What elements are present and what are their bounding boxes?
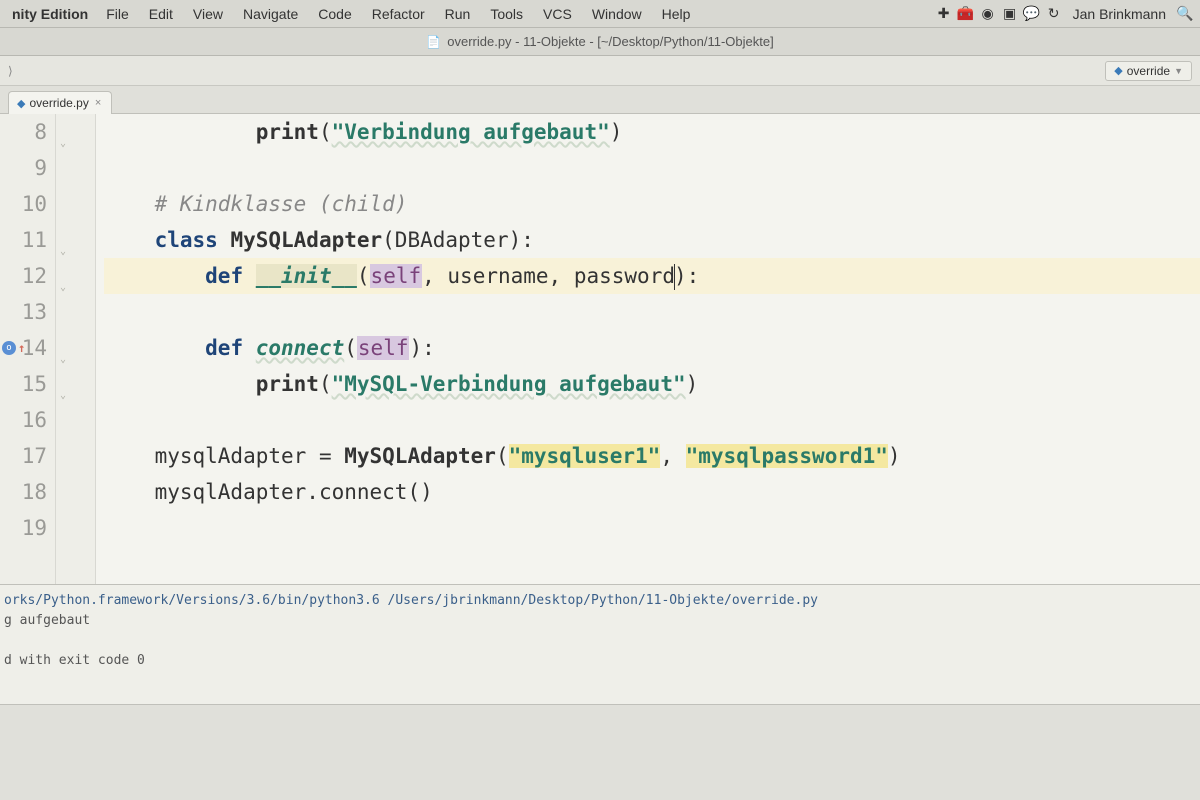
menu-file[interactable]: File [96, 6, 139, 22]
fold-toggle-icon[interactable]: ⌄ [60, 378, 72, 390]
line-number: 13 [0, 294, 47, 330]
code-line[interactable]: def connect(self): [104, 330, 1200, 366]
console-output-line: g aufgebaut [4, 611, 1196, 631]
app-name: nity Edition [4, 6, 96, 22]
line-number: 11 [0, 222, 47, 258]
code-line[interactable]: print("Verbindung aufgebaut") [104, 114, 1200, 150]
line-number: 15 [0, 366, 47, 402]
python-icon: ◆ [1114, 64, 1122, 77]
console-exit-line: d with exit code 0 [4, 651, 1196, 671]
editor-tabbar: ◆ override.py × [0, 86, 1200, 114]
override-marker-icon[interactable]: o [2, 341, 16, 355]
line-number: 9 [0, 150, 47, 186]
code-line[interactable]: mysqlAdapter = MySQLAdapter("mysqluser1"… [104, 438, 1200, 474]
code-area[interactable]: print("Verbindung aufgebaut") # Kindklas… [96, 114, 1200, 584]
statusbar [0, 704, 1200, 800]
line-number: 12 [0, 258, 47, 294]
code-line[interactable]: mysqlAdapter.connect() [104, 474, 1200, 510]
line-number: 18 [0, 474, 47, 510]
code-line[interactable] [104, 150, 1200, 186]
toolbar: ⟩ ◆ override ▼ [0, 56, 1200, 86]
record-icon[interactable]: ▣ [999, 5, 1021, 22]
code-line[interactable] [104, 402, 1200, 438]
menu-edit[interactable]: Edit [139, 6, 183, 22]
menu-tools[interactable]: Tools [480, 6, 533, 22]
python-icon: ◆ [17, 97, 25, 110]
line-number: 16 [0, 402, 47, 438]
run-config-label: override [1127, 64, 1170, 78]
fold-toggle-icon[interactable]: ⌄ [60, 342, 72, 354]
fold-toggle-icon[interactable]: ⌄ [60, 270, 72, 282]
document-icon: 📄 [426, 35, 441, 49]
user-name[interactable]: Jan Brinkmann [1065, 6, 1174, 22]
code-line[interactable] [104, 510, 1200, 546]
code-line[interactable]: # Kindklasse (child) [104, 186, 1200, 222]
code-line[interactable]: class MySQLAdapter(DBAdapter): [104, 222, 1200, 258]
menu-help[interactable]: Help [652, 6, 701, 22]
code-line[interactable]: def __init__(self, username, password): [104, 258, 1200, 294]
line-number: 10 [0, 186, 47, 222]
breadcrumb-separator: ⟩ [8, 64, 13, 78]
up-arrow-icon: ↑ [18, 330, 25, 366]
history-icon[interactable]: ↻ [1043, 5, 1065, 22]
run-console[interactable]: orks/Python.framework/Versions/3.6/bin/p… [0, 584, 1200, 704]
menu-run[interactable]: Run [435, 6, 481, 22]
console-command: orks/Python.framework/Versions/3.6/bin/p… [4, 591, 1196, 611]
fold-toggle-icon[interactable]: ⌄ [60, 126, 72, 138]
close-icon[interactable]: × [93, 97, 103, 109]
line-number: 19 [0, 510, 47, 546]
code-line[interactable] [104, 294, 1200, 330]
menu-code[interactable]: Code [308, 6, 361, 22]
tab-override-py[interactable]: ◆ override.py × [8, 91, 112, 114]
menu-window[interactable]: Window [582, 6, 652, 22]
chevron-down-icon: ▼ [1174, 66, 1183, 76]
run-configuration-selector[interactable]: ◆ override ▼ [1105, 61, 1192, 81]
tab-filename: override.py [29, 96, 88, 110]
line-number-gutter: 891011121314o↑1516171819 [0, 114, 56, 584]
search-icon[interactable]: 🔍 [1174, 5, 1196, 22]
chat-icon[interactable]: 💬 [1021, 5, 1043, 22]
console-output-line [4, 631, 1196, 651]
fold-gutter: ⌄ ⌄ ⌄ ⌄ ⌄ [56, 114, 96, 584]
window-titlebar: 📄 override.py - 11-Objekte - [~/Desktop/… [0, 28, 1200, 56]
menu-refactor[interactable]: Refactor [362, 6, 435, 22]
line-number: 8 [0, 114, 47, 150]
menu-view[interactable]: View [183, 6, 233, 22]
code-editor[interactable]: 891011121314o↑1516171819 ⌄ ⌄ ⌄ ⌄ ⌄ print("Ve… [0, 114, 1200, 584]
plus-icon[interactable]: ✚ [933, 5, 955, 22]
menubar: nity Edition FileEditViewNavigateCodeRef… [0, 0, 1200, 28]
menu-navigate[interactable]: Navigate [233, 6, 308, 22]
toolbox-icon[interactable]: 🧰 [955, 5, 977, 22]
text-cursor [674, 264, 675, 290]
line-number: 14o↑ [0, 330, 47, 366]
fold-toggle-icon[interactable]: ⌄ [60, 234, 72, 246]
window-title: override.py - 11-Objekte - [~/Desktop/Py… [447, 34, 773, 49]
line-number: 17 [0, 438, 47, 474]
circle-check-icon[interactable]: ◉ [977, 5, 999, 22]
code-line[interactable]: print("MySQL-Verbindung aufgebaut") [104, 366, 1200, 402]
menu-vcs[interactable]: VCS [533, 6, 582, 22]
